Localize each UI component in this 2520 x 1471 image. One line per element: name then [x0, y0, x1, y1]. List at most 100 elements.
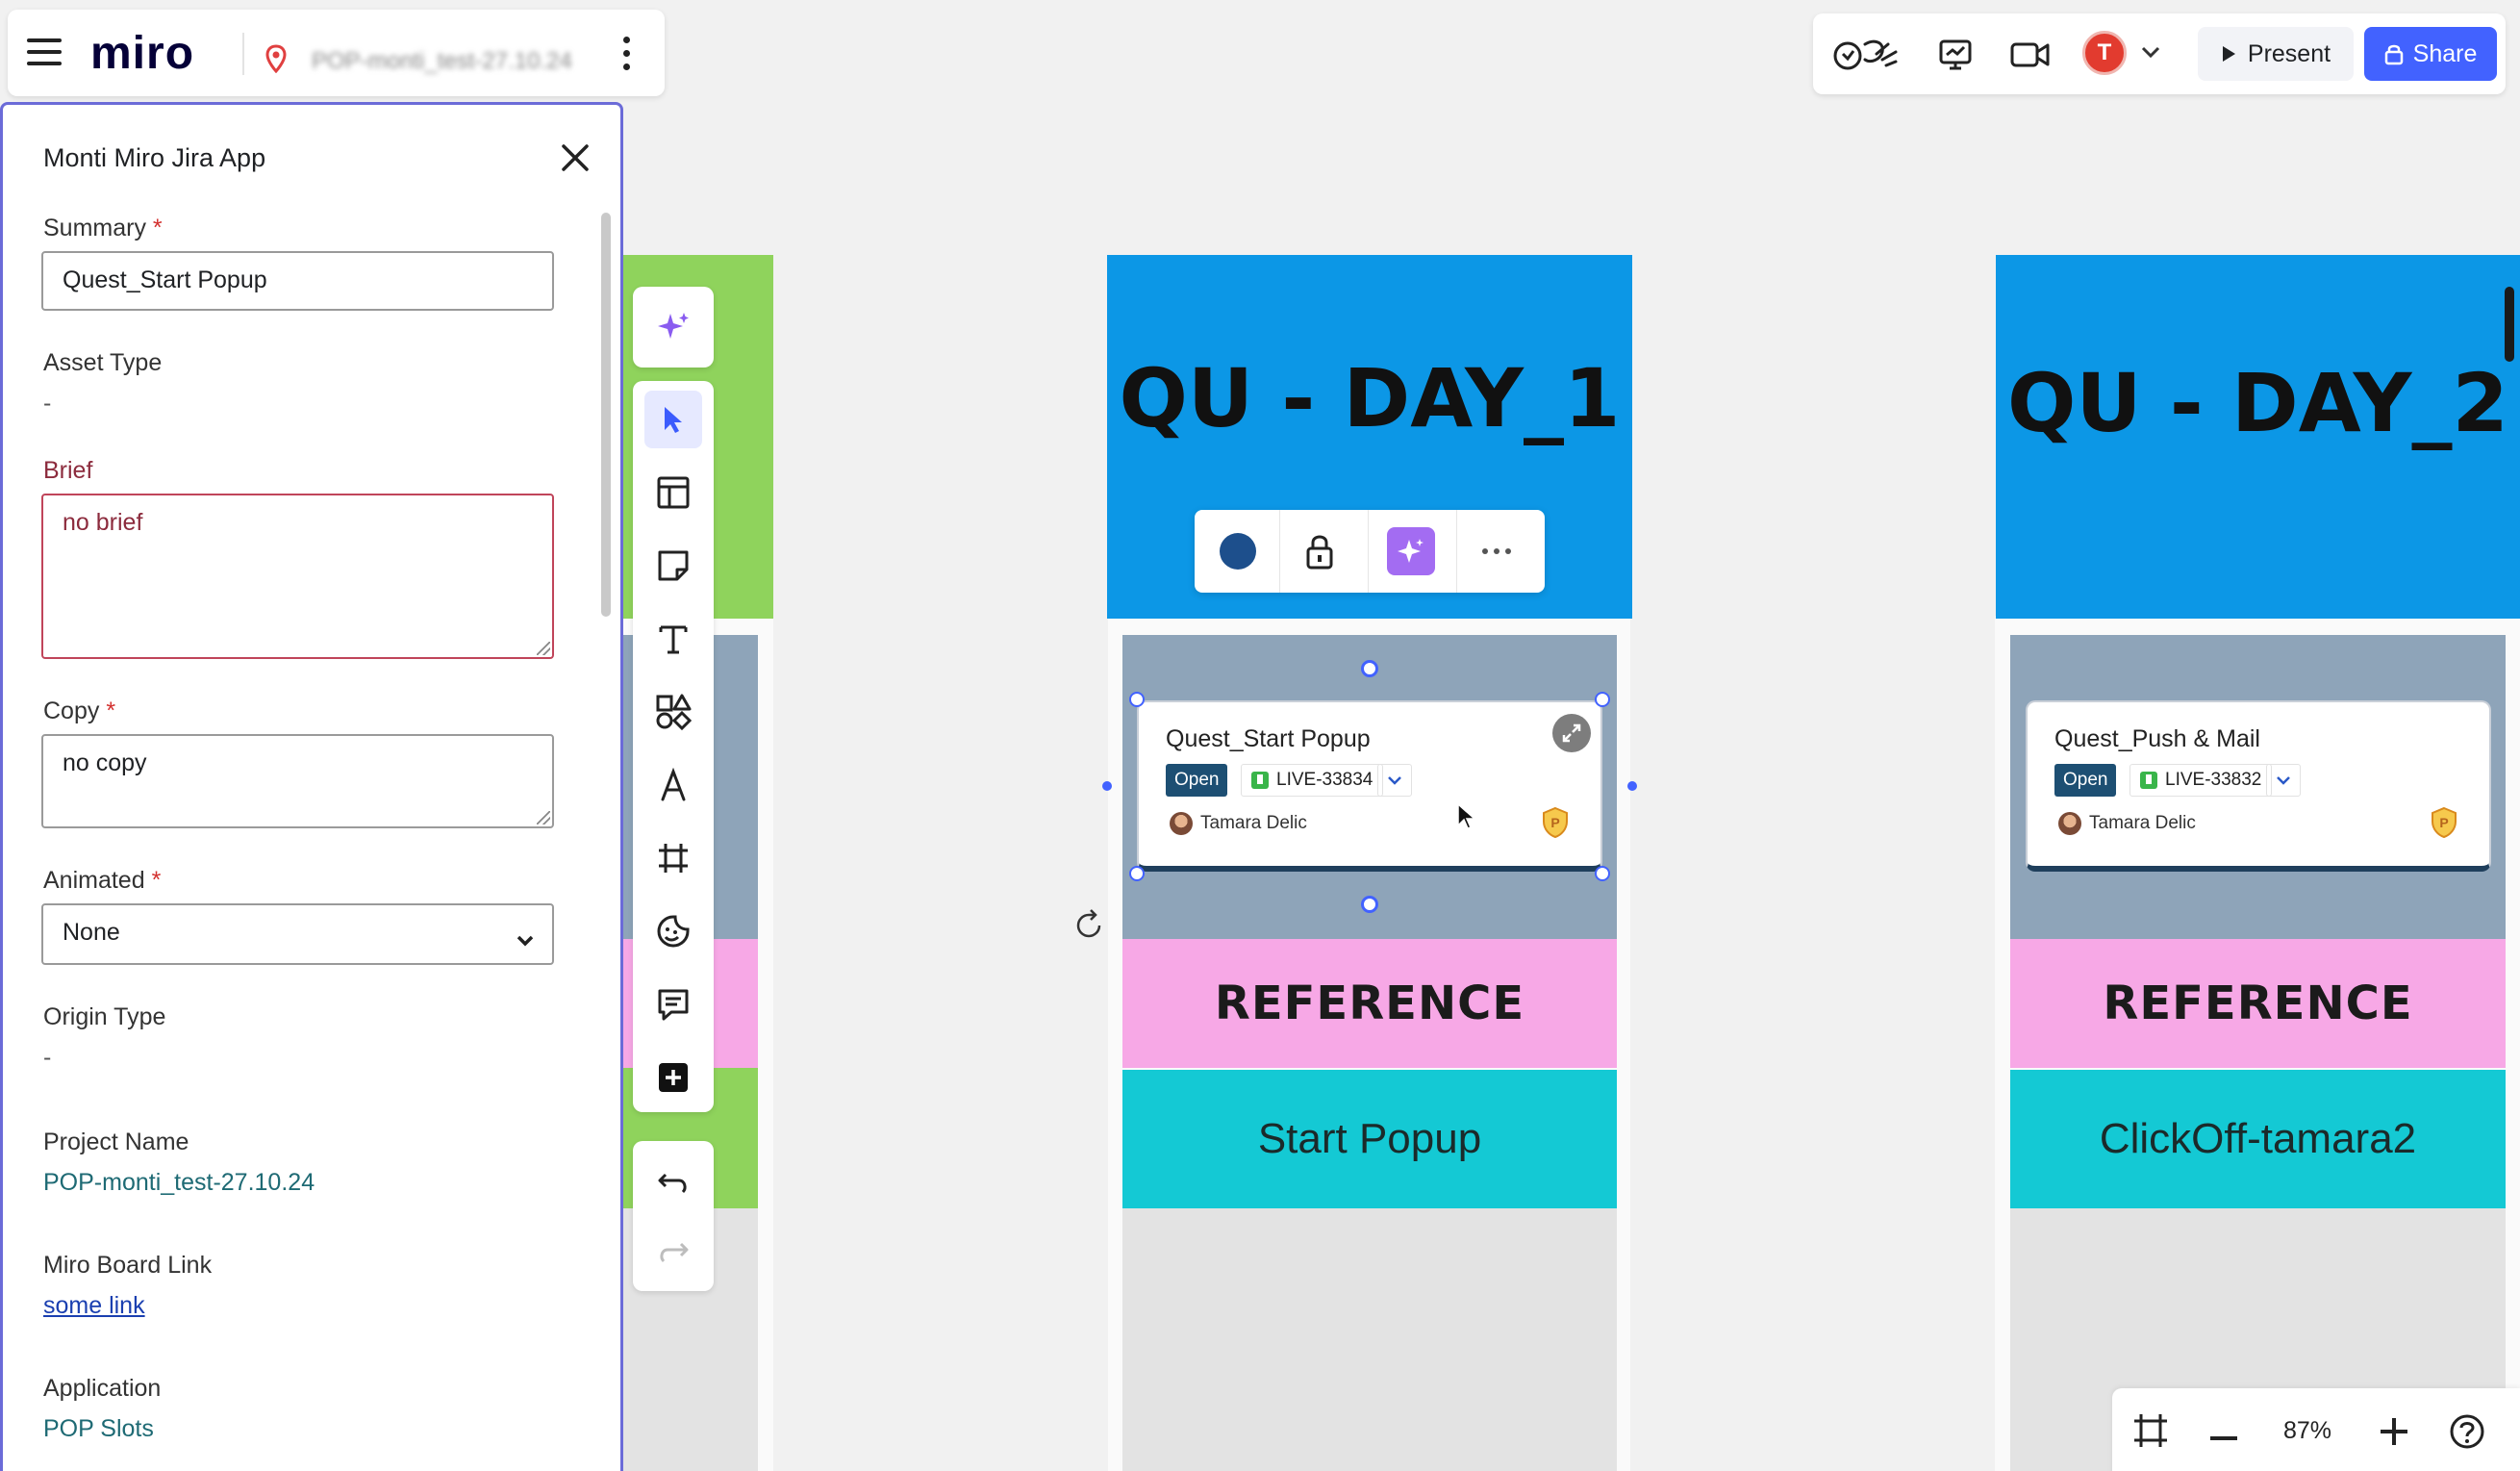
text-icon[interactable] [644, 610, 702, 668]
copy-textarea[interactable]: no copy [41, 734, 554, 828]
more-vertical-icon[interactable] [623, 37, 633, 77]
svg-text:P: P [1550, 815, 1559, 830]
miro-logo[interactable]: miro [90, 27, 194, 80]
jira-app-panel: Monti Miro Jira App Summary * Quest_Star… [0, 102, 623, 1471]
summary-label: Summary * [43, 215, 163, 242]
shield-icon: P [2430, 806, 2458, 844]
plus-icon[interactable] [2380, 1417, 2408, 1451]
column-2-header-text: QU - DAY_2 [2007, 356, 2508, 450]
fit-frame-icon[interactable] [2131, 1411, 2170, 1455]
asset-type-label: Asset Type [43, 349, 163, 376]
svg-text:P: P [2439, 815, 2448, 830]
resize-handle[interactable] [1129, 692, 1145, 707]
lock-icon[interactable] [1302, 531, 1337, 576]
connector-dot[interactable] [1627, 781, 1637, 791]
summary-input[interactable]: Quest_Start Popup [41, 251, 554, 311]
column-1-name-text: Start Popup [1257, 1115, 1482, 1162]
card-1-assignee-name: Tamara Delic [1200, 813, 1307, 833]
jira-card-2[interactable]: Quest_Push & Mail Open LIVE-33832 Tamara… [2026, 700, 2491, 872]
frame-icon[interactable] [644, 829, 702, 887]
card-2-key-badge[interactable]: LIVE-33832 [2129, 764, 2273, 797]
mouse-cursor [1456, 802, 1477, 836]
zoom-level[interactable]: 87% [2283, 1417, 2331, 1445]
application-label: Application [43, 1375, 162, 1402]
canvas-scrollbar[interactable] [2505, 287, 2514, 362]
redo-icon[interactable] [644, 1224, 702, 1281]
tools-block [633, 381, 714, 1112]
chevron-down-icon[interactable] [2266, 764, 2301, 797]
chevron-down-icon[interactable] [2140, 44, 2161, 64]
rotate-icon[interactable] [1071, 908, 1106, 948]
connector-handle[interactable] [1361, 660, 1378, 677]
column-2-name-text: ClickOff-tamara2 [2099, 1115, 2417, 1162]
animated-label-text: Animated [43, 867, 145, 894]
avatar [2058, 812, 2081, 835]
story-icon [1251, 772, 1269, 789]
ai-toolbar-block [633, 287, 714, 368]
cursor-icon[interactable] [644, 391, 702, 448]
connector-dot[interactable] [1102, 781, 1112, 791]
column-2-reference-text: REFERENCE [2103, 976, 2413, 1030]
resize-grip[interactable] [537, 811, 550, 824]
location-pin-icon[interactable] [265, 44, 287, 78]
resize-handle[interactable] [1129, 866, 1145, 881]
comment-icon[interactable] [644, 976, 702, 1033]
card-1-assignee[interactable]: Tamara Delic [1170, 812, 1307, 835]
table-icon[interactable] [644, 464, 702, 521]
brief-textarea[interactable]: no brief [41, 494, 554, 659]
column-2-header: QU - DAY_2 [1996, 255, 2520, 619]
pen-icon[interactable] [644, 756, 702, 814]
column-1-light [1122, 1208, 1617, 1471]
column-1-header-text: QU - DAY_1 [1119, 351, 1621, 445]
copy-label: Copy * [43, 697, 115, 725]
user-avatar[interactable]: T [2082, 31, 2127, 75]
card-1-status[interactable]: Open [1166, 764, 1228, 797]
shapes-icon[interactable] [644, 683, 702, 741]
animated-select[interactable]: None [41, 903, 554, 965]
resize-grip[interactable] [537, 642, 550, 655]
reactions-icon[interactable] [1832, 35, 1902, 78]
sparkle-icon[interactable] [644, 298, 702, 356]
copy-label-text: Copy [43, 697, 100, 724]
ai-sparkle-button[interactable] [1387, 527, 1435, 575]
required-mark: * [152, 215, 163, 241]
jira-card-1[interactable]: Quest_Start Popup Open LIVE-33834 Tamara… [1137, 700, 1602, 872]
help-icon[interactable] [2449, 1413, 2485, 1455]
color-picker-button[interactable] [1220, 533, 1256, 570]
board-link[interactable]: some link [43, 1292, 145, 1320]
board-name[interactable]: POP-monti_test-27.10.24 [312, 48, 572, 75]
close-icon[interactable] [559, 141, 592, 179]
sticky-note-icon[interactable] [644, 537, 702, 595]
present-button[interactable]: Present [2198, 27, 2354, 81]
shield-icon: P [1541, 806, 1570, 844]
present-label: Present [2247, 39, 2331, 67]
card-2-assignee[interactable]: Tamara Delic [2058, 812, 2196, 835]
sticker-icon[interactable] [644, 902, 702, 960]
connector-handle[interactable] [1361, 896, 1378, 913]
card-1-key-badge[interactable]: LIVE-33834 [1241, 764, 1384, 797]
card-1-key: LIVE-33834 [1276, 770, 1373, 790]
column-1-reference: REFERENCE [1122, 939, 1617, 1068]
card-2-status[interactable]: Open [2054, 764, 2117, 797]
resize-handle[interactable] [1595, 692, 1610, 707]
brief-text: no brief [63, 509, 143, 536]
asset-type-value: - [43, 390, 52, 417]
undo-icon[interactable] [644, 1154, 702, 1212]
plus-square-icon[interactable] [644, 1049, 702, 1106]
video-icon[interactable] [2010, 40, 2051, 74]
panel-scrollbar[interactable] [601, 213, 611, 617]
column-1-reference-text: REFERENCE [1214, 976, 1525, 1030]
chevron-down-icon[interactable] [1377, 764, 1412, 797]
more-horizontal-icon[interactable] [1479, 545, 1514, 563]
animated-label: Animated * [43, 867, 161, 895]
project-name-value: POP-monti_test-27.10.24 [43, 1169, 315, 1196]
brief-label: Brief [43, 457, 93, 484]
hamburger-icon[interactable] [27, 38, 62, 67]
presentation-icon[interactable] [1938, 38, 1973, 76]
avatar [1170, 812, 1193, 835]
resize-handle[interactable] [1595, 866, 1610, 881]
share-button[interactable]: Share [2364, 27, 2497, 81]
minus-icon[interactable] [2210, 1429, 2237, 1446]
column-1-name: Start Popup [1122, 1070, 1617, 1208]
expand-icon[interactable] [1552, 714, 1591, 752]
